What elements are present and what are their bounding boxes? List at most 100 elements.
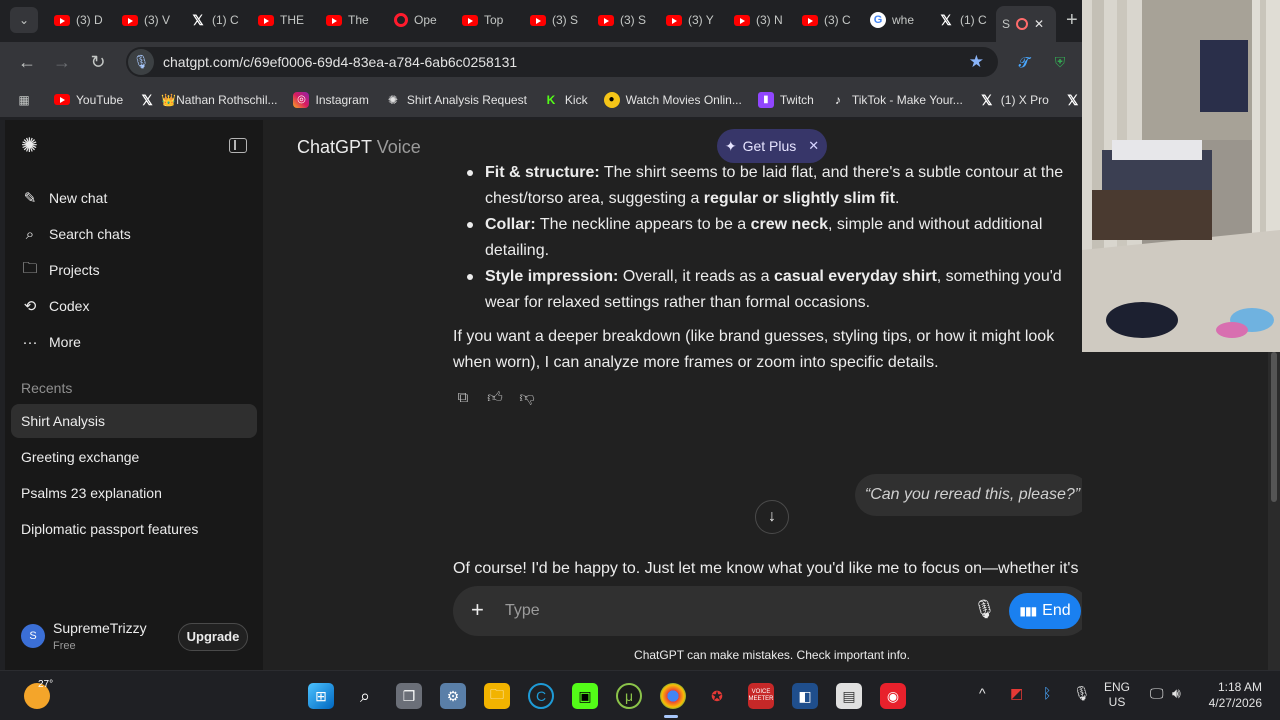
browser-tab[interactable]: (3) D	[48, 6, 106, 34]
youtube-icon	[258, 14, 274, 26]
recording-icon	[1016, 18, 1029, 30]
browser-tab-active[interactable]: S ✕	[996, 6, 1056, 42]
sidebar-toggle-icon[interactable]	[229, 138, 247, 153]
x-icon[interactable]: 𝕏	[1065, 92, 1081, 108]
shield-extension-icon[interactable]: ⛨	[1050, 52, 1070, 72]
apps-grid-icon[interactable]: ▦	[16, 92, 32, 108]
browser-tab[interactable]: (3) N	[728, 6, 786, 34]
upgrade-button[interactable]: Upgrade	[178, 623, 248, 651]
clock[interactable]: 1:18 AM 4/27/2026	[1196, 679, 1262, 711]
avatar[interactable]: S	[21, 624, 45, 648]
sidebar-item-new-chat[interactable]: ✎ New chat	[11, 181, 257, 215]
media-app-icon[interactable]: ◧	[792, 683, 818, 709]
sidebar-item-label: New chat	[49, 190, 108, 206]
composer: + 🎙︎ ▮▮▮ End	[453, 586, 1082, 636]
translate-extension-icon[interactable]: 𝓣	[1014, 52, 1034, 72]
scroll-thumb[interactable]	[1271, 352, 1277, 502]
browser-tab[interactable]: 𝕏 (1) C	[932, 6, 990, 34]
tray-app-icon[interactable]: ◩	[1010, 685, 1023, 702]
settings-gear-icon[interactable]: ⚙	[440, 683, 466, 709]
plus-icon[interactable]: +	[471, 598, 484, 622]
browser-tab[interactable]: Ope	[388, 6, 446, 34]
close-icon[interactable]: ✕	[808, 138, 819, 154]
task-view-icon[interactable]: ❐	[396, 683, 422, 709]
reload-icon[interactable]: ↻	[86, 50, 110, 74]
bookmark-item[interactable]: 𝕏 👑Nathan Rothschil...	[139, 92, 278, 108]
search-icon[interactable]: ⌕	[352, 683, 378, 709]
file-explorer-icon[interactable]: 🗀	[484, 683, 510, 709]
scroll-down-button[interactable]: ↓	[755, 500, 789, 534]
browser-tab[interactable]: (3) S	[524, 6, 582, 34]
thumbs-up-icon[interactable]: 👍︎	[485, 388, 505, 408]
bookmark-item[interactable]: K Kick	[543, 92, 588, 108]
site-info-icon[interactable]: 🎙	[128, 49, 154, 75]
sidebar-item-projects[interactable]: 🗀 Projects	[11, 253, 257, 287]
user-profile[interactable]: S SupremeTrizzy Free Upgrade	[5, 610, 263, 660]
bluetooth-icon[interactable]: ᛒ	[1043, 685, 1051, 701]
voicemeeter-icon[interactable]: VOICE MEETER	[748, 683, 774, 709]
ccleaner-icon[interactable]: C	[528, 683, 554, 709]
chat-item-shirt-analysis[interactable]: Shirt Analysis	[11, 404, 257, 438]
kick-icon: K	[546, 92, 556, 107]
browser-tab[interactable]: (3) V	[116, 6, 174, 34]
time: 1:18 AM	[1217, 680, 1262, 694]
bookmark-item[interactable]: ● Watch Movies Onlin...	[603, 91, 742, 108]
tab-title: (3) Y	[688, 13, 714, 27]
sidebar-item-more[interactable]: ··· More	[11, 325, 257, 359]
windows-start-icon[interactable]: ⊞	[308, 683, 334, 709]
microphone-tray-icon[interactable]: 🎙︎	[1073, 685, 1091, 702]
bookmark-item[interactable]: ♪ TikTok - Make Your...	[830, 92, 963, 108]
chatgpt-logo-icon[interactable]: ✺	[21, 136, 41, 156]
scrollbar[interactable]	[1268, 352, 1280, 670]
get-plus-button[interactable]: ✦ Get Plus ✕	[717, 129, 827, 163]
browser-tab[interactable]: 𝕏 (1) C	[184, 6, 242, 34]
sidebar: ✺ ✎ New chat ⌕ Search chats 🗀 Projects ⟲ Cod…	[5, 120, 263, 670]
network-icon[interactable]: 🖵	[1150, 685, 1164, 702]
chrome-icon[interactable]	[660, 683, 686, 709]
show-hidden-icons-chevron-icon[interactable]: ^	[979, 685, 986, 701]
tab-search-chevron-icon[interactable]: ⌄	[10, 7, 38, 33]
address-bar[interactable]: 🎙 chatgpt.com/c/69ef0006-69d4-83ea-a784-…	[126, 47, 998, 77]
browser-tab[interactable]: (3) C	[796, 6, 854, 34]
browser-tab[interactable]: Gwhe	[864, 6, 922, 34]
url-text[interactable]: chatgpt.com/c/69ef0006-69d4-83ea-a784-6a…	[163, 54, 517, 70]
voice-app-icon[interactable]: ✪	[704, 683, 730, 709]
page-title[interactable]: ChatGPT Voice	[297, 137, 421, 158]
title-sub-text: Voice	[376, 137, 421, 157]
sidebar-item-search-chats[interactable]: ⌕ Search chats	[11, 217, 257, 251]
language-indicator[interactable]: ENG US	[1104, 680, 1130, 710]
sidebar-item-codex[interactable]: ⟲ Codex	[11, 289, 257, 323]
new-tab-button[interactable]: +	[1066, 9, 1078, 32]
browser-tab[interactable]: (3) Y	[660, 6, 718, 34]
bookmark-item[interactable]: 𝕏 (1) X Pro	[979, 92, 1049, 108]
streaming-app-icon[interactable]: ▣	[572, 683, 598, 709]
close-tab-icon[interactable]: ✕	[1034, 17, 1044, 31]
list-item: Style impression: Overall, it reads as a…	[453, 264, 1082, 316]
microphone-icon[interactable]: 🎙︎	[973, 599, 996, 620]
chat-item-diplomatic-passport[interactable]: Diplomatic passport features	[11, 512, 257, 546]
bookmark-star-icon[interactable]: ★	[969, 52, 984, 72]
list-item: Collar: The neckline appears to be a cre…	[453, 212, 1082, 264]
chat-item-greeting-exchange[interactable]: Greeting exchange	[11, 440, 257, 474]
volume-icon[interactable]: 🔊︎	[1172, 685, 1181, 702]
chat-item-label: Shirt Analysis	[21, 413, 106, 429]
thumbs-down-icon[interactable]: 👎︎	[517, 388, 537, 408]
copy-icon[interactable]: ⧉	[453, 388, 473, 408]
forward-arrow-icon[interactable]: →	[50, 50, 74, 74]
chat-item-psalms[interactable]: Psalms 23 explanation	[11, 476, 257, 510]
browser-tab[interactable]: Top	[456, 6, 514, 34]
sparkle-icon: ✦	[724, 137, 737, 154]
bookmark-item[interactable]: YouTube	[54, 93, 123, 107]
recorder-app-icon[interactable]: ◉	[880, 683, 906, 709]
bookmark-item[interactable]: ✺ Shirt Analysis Request	[385, 92, 527, 108]
bookmark-item[interactable]: ◎ Instagram	[293, 91, 369, 108]
end-voice-button[interactable]: ▮▮▮ End	[1009, 593, 1081, 629]
back-arrow-icon[interactable]: ←	[15, 50, 39, 74]
utorrent-icon[interactable]: μ	[616, 683, 642, 709]
bookmark-item[interactable]: ▮ Twitch	[757, 91, 814, 108]
notes-app-icon[interactable]: ▤	[836, 683, 862, 709]
browser-tab[interactable]: THE	[252, 6, 310, 34]
browser-tab[interactable]: (3) S	[592, 6, 650, 34]
browser-tab[interactable]: The	[320, 6, 378, 34]
message-input[interactable]	[505, 600, 955, 622]
